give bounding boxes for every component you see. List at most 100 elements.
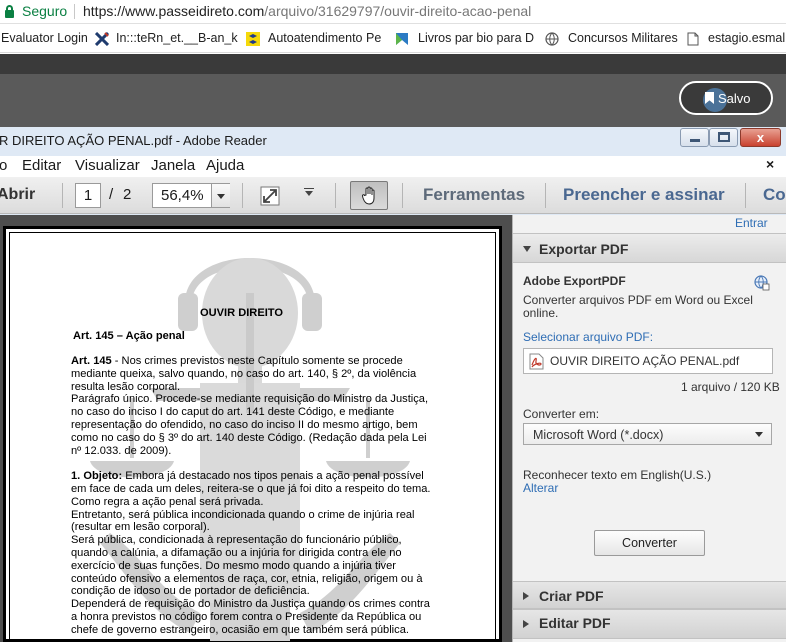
page-total: 2	[123, 186, 132, 203]
address-bar[interactable]: Seguro https://www.passeidireto.com/arqu…	[0, 0, 786, 24]
secure-label: Seguro	[22, 3, 68, 19]
change-language-link[interactable]: Alterar	[523, 481, 558, 495]
doc-title: OUVIR DIREITO	[200, 307, 284, 319]
minimize-button[interactable]	[680, 128, 709, 147]
page-number-input[interactable]: 1	[75, 183, 101, 208]
menu-editar[interactable]: Editar	[22, 157, 61, 174]
address-divider	[74, 4, 75, 19]
pdf-page-content: OUVIR DIREITO Art. 145 – Ação penal Art.…	[9, 232, 496, 642]
convert-format-value: Microsoft Word (*.docx)	[533, 428, 664, 442]
hand-tool-button[interactable]	[350, 181, 388, 210]
url-text[interactable]: https://www.passeidireto.com/arquivo/316…	[83, 3, 531, 19]
convert-format-select[interactable]: Microsoft Word (*.docx)	[523, 423, 772, 445]
zoom-dropdown-button[interactable]	[211, 184, 230, 207]
zoom-select[interactable]: 56,4%	[152, 183, 230, 208]
select-file-label: Selecionar arquivo PDF:	[523, 330, 654, 344]
chevron-right-icon	[523, 620, 529, 628]
bookmark-livros[interactable]: Livros par bio para D	[418, 31, 534, 45]
close-icon: x	[756, 130, 765, 145]
doc-paragraph-line: em face de cada um deles, reitera-se o q…	[71, 483, 431, 495]
login-link[interactable]: Entrar	[735, 216, 768, 230]
doc-paragraph-line: chefe de governo estrangeiro, ocasião em…	[71, 623, 409, 636]
menu-visualizar[interactable]: Visualizar	[75, 157, 140, 174]
saved-button[interactable]: Salvo	[679, 81, 773, 115]
doc-paragraph-line: 1. Objeto: Embora já destacado nos tipos…	[71, 470, 424, 483]
toolbar-divider	[242, 183, 243, 208]
page-icon	[687, 32, 699, 46]
window-titlebar[interactable]: R DIREITO AÇÃO PENAL.pdf - Adobe Reader …	[0, 127, 786, 156]
edit-pdf-header[interactable]: Editar PDF	[513, 609, 786, 639]
open-button[interactable]: Abrir	[0, 186, 35, 204]
doc-paragraph-line: quando a calúnia, a difamação ou a injúr…	[71, 547, 402, 559]
selected-file-field[interactable]: OUVIR DIREITO AÇÃO PENAL.pdf	[523, 348, 773, 374]
export-pdf-header[interactable]: Exportar PDF	[513, 233, 786, 263]
chevron-right-icon	[523, 592, 529, 600]
bookmark-estagio[interactable]: estagio.esmal.t	[708, 31, 786, 45]
doc-paragraph-line: conteúdo ofensivo a elementos de raça, c…	[71, 572, 423, 585]
pdf-page: OUVIR DIREITO Art. 145 – Ação penal Art.…	[3, 226, 502, 642]
file-info: 1 arquivo / 120 KB	[681, 380, 780, 394]
doc-paragraph-line: Art. 145 - Nos crimes previstos neste Ca…	[71, 355, 403, 367]
site-header-strip	[0, 54, 786, 74]
bookmarks-bar: Evaluator Login In:::teRn_et.__B-an_k Au…	[0, 25, 786, 53]
edit-pdf-label: Editar PDF	[539, 615, 611, 631]
doc-paragraph-line: condição de idoso ou de portador de defi…	[71, 585, 310, 598]
maximize-icon	[718, 132, 730, 142]
convert-button[interactable]: Converter	[594, 530, 705, 556]
chevron-down-icon	[755, 432, 763, 437]
doc-paragraph-line: exercício de suas funções. Do mesmo modo…	[71, 559, 396, 572]
fit-menu-chevron-icon[interactable]	[305, 191, 313, 196]
chevron-down-icon	[217, 194, 225, 199]
pdf-file-icon	[529, 353, 544, 370]
minimize-icon	[690, 139, 700, 142]
reader-toolbar: Abrir 1 / 2 56,4% Ferramentas Preencher …	[0, 177, 786, 214]
toolbar-divider	[62, 183, 63, 208]
tools-pane: Entrar Exportar PDF Adobe ExportPDF Conv…	[512, 215, 786, 642]
create-pdf-label: Criar PDF	[539, 588, 604, 604]
close-document-icon[interactable]: ×	[766, 156, 774, 172]
tab-fill-sign[interactable]: Preencher e assinar	[563, 185, 725, 205]
globe-icon	[545, 32, 559, 46]
zoom-value: 56,4%	[161, 187, 204, 204]
saved-button-label: Salvo	[718, 91, 751, 106]
window-title: R DIREITO AÇÃO PENAL.pdf - Adobe Reader	[0, 133, 267, 148]
menu-file[interactable]: o	[0, 157, 7, 174]
bookmark-internet-bank[interactable]: In:::teRn_et.__B-an_k	[116, 31, 238, 45]
selected-file-name: OUVIR DIREITO AÇÃO PENAL.pdf	[550, 354, 740, 368]
bookmark-autoatendimento[interactable]: Autoatendimento Pe	[268, 31, 381, 45]
doc-paragraph-line: no caso do inciso I do caput do art. 141…	[71, 406, 395, 419]
toolbar-divider	[545, 183, 546, 208]
tab-comment[interactable]: Co	[763, 185, 786, 205]
service-name: Adobe ExportPDF	[523, 274, 626, 288]
export-pdf-label: Exportar PDF	[539, 241, 629, 257]
chevron-down-icon	[523, 246, 531, 252]
url-path: /arquivo/31629797/ouvir-direito-acao-pen…	[264, 3, 532, 19]
url-host: https://www.passeidireto.com	[83, 3, 265, 19]
service-description-cont: online.	[523, 306, 559, 320]
menu-janela[interactable]: Janela	[151, 157, 195, 174]
window-close-button[interactable]: x	[740, 128, 781, 147]
doc-paragraph-line: representação do ofendido, no caso do in…	[71, 419, 418, 431]
site-header	[0, 54, 786, 127]
maximize-button[interactable]	[709, 128, 738, 147]
doc-paragraph-line: Como regra a ação penal será privada.	[71, 495, 264, 508]
doc-paragraph-line: (resultar em lesão corporal).	[71, 521, 210, 534]
tab-tools[interactable]: Ferramentas	[423, 185, 525, 205]
toolbar-divider	[335, 183, 336, 208]
doc-paragraph-line: a honra previstos no código forem contra…	[71, 611, 422, 623]
adobe-reader-window: R DIREITO AÇÃO PENAL.pdf - Adobe Reader …	[0, 127, 786, 642]
menu-bar: o Editar Visualizar Janela Ajuda ×	[0, 156, 786, 177]
fit-page-icon[interactable]	[260, 186, 280, 206]
bookmark-concursos-militares[interactable]: Concursos Militares	[568, 31, 678, 45]
doc-paragraph-line: Será pública, condicionada à representaç…	[71, 534, 402, 547]
convert-to-label: Converter em:	[523, 407, 600, 421]
create-pdf-header[interactable]: Criar PDF	[513, 581, 786, 609]
menu-ajuda[interactable]: Ajuda	[206, 157, 244, 174]
fit-menu-bar-icon	[304, 188, 314, 189]
doc-paragraph-line: Dependerá de requisição do Ministro da J…	[71, 598, 430, 611]
export-service-icon[interactable]	[754, 275, 770, 291]
lock-icon	[5, 5, 14, 18]
doc-paragraph-line: como no caso do § 3º do art. 140 deste C…	[71, 431, 427, 444]
page-separator: /	[109, 186, 114, 203]
bookmark-evaluator-login[interactable]: Evaluator Login	[1, 31, 88, 45]
